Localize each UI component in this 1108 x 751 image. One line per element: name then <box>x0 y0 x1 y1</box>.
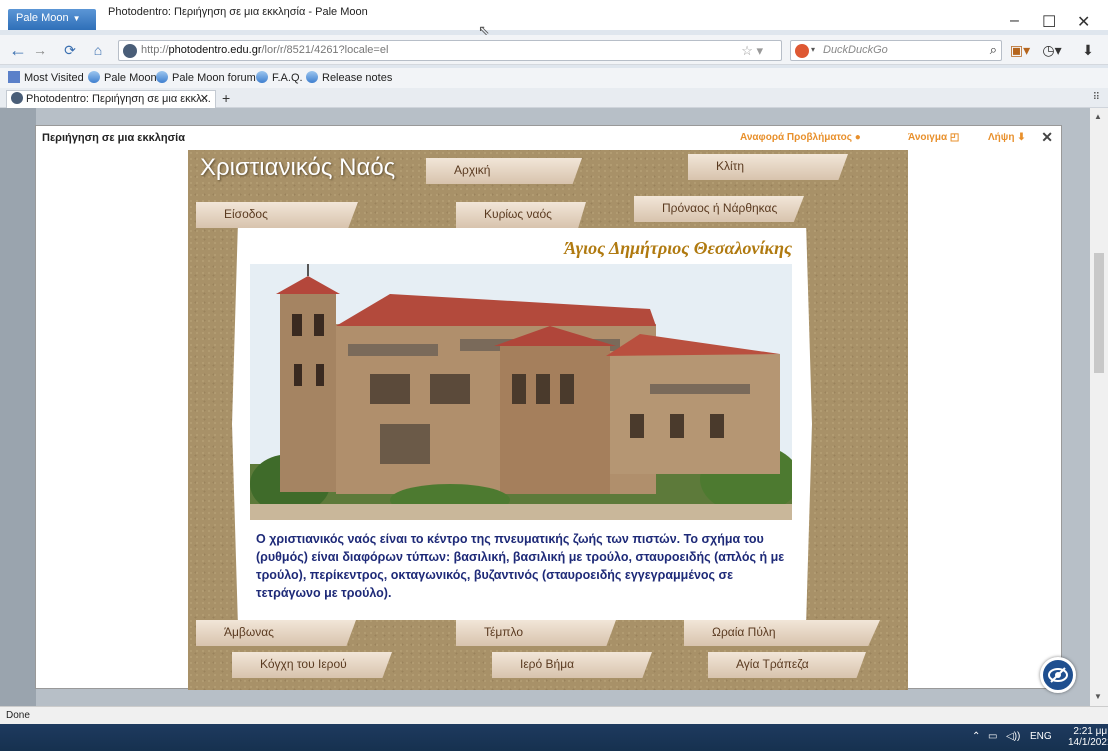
nav-home[interactable]: Αρχική <box>426 158 582 184</box>
church-photo <box>250 264 792 520</box>
title-bar: Pale Moon ▼ Photodentro: Περιήγηση σε μια… <box>0 0 1108 38</box>
bookmark-star-icon[interactable]: ☆ ▾ <box>741 43 763 59</box>
volume-icon[interactable]: ◁)) <box>1006 731 1020 742</box>
network-icon[interactable]: ▭ <box>988 731 997 742</box>
address-bar[interactable]: http://photodentro.edu.gr/lor/r/8521/426… <box>118 40 782 61</box>
nav-sanctuary[interactable]: Ιερό Βήμα <box>492 652 652 678</box>
clock-date: 14/1/2021 <box>1068 737 1108 748</box>
navigation-toolbar: ← → ⟳ ⌂ http://photodentro.edu.gr/lor/r/… <box>0 35 1108 65</box>
report-problem-link[interactable]: Αναφορά Προβλήματος ● <box>740 132 861 143</box>
open-link[interactable]: Άνοιγμα ◰ <box>908 132 959 143</box>
tab-strip: Photodentro: Περιήγηση σε μια εκκλ... ✕ … <box>0 88 1108 108</box>
scroll-down-icon[interactable]: ▼ <box>1094 692 1102 701</box>
tab-favicon-icon <box>11 92 23 104</box>
search-placeholder: DuckDuckGo <box>823 44 888 56</box>
bookmark-most-visited[interactable]: Most Visited <box>8 71 84 84</box>
close-window-button[interactable]: ✕ <box>1077 12 1090 32</box>
external-window-icon: ◰ <box>949 132 960 143</box>
content-heading: Χριστιανικός Ναός <box>200 154 396 181</box>
home-button[interactable]: ⌂ <box>86 40 110 60</box>
bookmarks-toolbar: Most Visited Pale Moon Pale Moon forum F… <box>0 68 1108 88</box>
pale-moon-icon <box>156 71 168 83</box>
clock-time: 2:21 μμ <box>1073 726 1108 737</box>
nav-templon[interactable]: Τέμπλο <box>456 620 616 646</box>
background-sidebar <box>0 108 36 706</box>
nav-ambo[interactable]: Άμβωνας <box>196 620 356 646</box>
search-icon[interactable]: ⌕ <box>990 42 997 58</box>
nav-beautiful-gate[interactable]: Ωραία Πύλη <box>684 620 880 646</box>
extension-icon[interactable]: ▣▾ <box>1008 40 1032 60</box>
tray-chevron-icon[interactable]: ⌃ <box>972 731 980 742</box>
reload-button[interactable]: ⟳ <box>58 40 82 60</box>
nav-entrance[interactable]: Είσοδος <box>196 202 358 228</box>
search-engine-dropdown-icon[interactable]: ▾ <box>811 45 815 54</box>
modal-title: Περιήγηση σε μια εκκλησία <box>42 132 185 144</box>
bookmark-pale-moon[interactable]: Pale Moon <box>88 71 157 84</box>
search-box[interactable]: ▾ DuckDuckGo ⌕ <box>790 40 1002 61</box>
scroll-up-icon[interactable]: ▲ <box>1094 112 1102 121</box>
comment-icon: ● <box>854 132 861 143</box>
browser-tab[interactable]: Photodentro: Περιήγηση σε μια εκκλ... ✕ <box>6 90 216 108</box>
maximize-button[interactable]: ☐ <box>1042 12 1056 32</box>
visibility-toggle-button[interactable] <box>1040 657 1076 693</box>
pale-moon-icon <box>306 71 318 83</box>
pale-moon-icon <box>88 71 100 83</box>
tab-list-icon[interactable]: ⠿ <box>1093 92 1100 103</box>
download-link[interactable]: Λήψη ⬇ <box>988 132 1026 143</box>
modal-close-icon[interactable]: ✕ <box>1041 129 1053 146</box>
status-bar: Done <box>0 706 1108 724</box>
language-indicator[interactable]: ENG <box>1030 731 1052 742</box>
back-button[interactable]: ← <box>6 40 30 60</box>
panel-title: Άγιος Δημήτριος Θεσαλονίκης <box>564 238 792 258</box>
bookmark-release-notes[interactable]: Release notes <box>306 71 392 84</box>
learning-object: Χριστιανικός Ναός Αρχική Κλίτη Είσοδος Κ… <box>188 150 908 690</box>
pale-moon-icon <box>256 71 268 83</box>
nav-main-nave[interactable]: Κυρίως ναός <box>456 202 586 228</box>
nav-holy-table[interactable]: Αγία Τράπεζα <box>708 652 866 678</box>
church-illustration <box>250 264 792 520</box>
most-visited-icon <box>8 71 20 83</box>
minimize-button[interactable]: – <box>1010 12 1019 30</box>
nav-narthex[interactable]: Πρόναος ή Νάρθηκας <box>634 196 804 222</box>
close-tab-icon[interactable]: ✕ <box>200 92 209 105</box>
panel-description: Ο χριστιανικός ναός είναι το κέντρο της … <box>256 532 785 600</box>
windows-taskbar: ⌃ ▭ ◁)) ENG 2:21 μμ 14/1/2021 <box>0 724 1108 751</box>
bookmark-faq[interactable]: F.A.Q. <box>256 71 303 84</box>
lightbox-modal: Περιήγηση σε μια εκκλησία Αναφορά Προβλή… <box>35 125 1062 690</box>
modal-header: Περιήγηση σε μια εκκλησία Αναφορά Προβλή… <box>36 126 1061 150</box>
tab-label: Photodentro: Περιήγηση σε μια εκκλ... <box>26 93 211 105</box>
site-identity-icon <box>123 44 137 58</box>
content-panel: Άγιος Δημήτριος Θεσαλονίκης Ο χριστιανικ… <box>232 228 812 620</box>
scrollbar-thumb[interactable] <box>1094 253 1104 373</box>
status-text: Done <box>6 710 30 721</box>
nav-apse[interactable]: Κόγχη του Ιερού <box>232 652 392 678</box>
app-menu-button[interactable]: Pale Moon ▼ <box>8 9 96 30</box>
duckduckgo-icon <box>795 44 809 58</box>
new-tab-button[interactable]: + <box>222 90 230 106</box>
clock[interactable]: 2:21 μμ 14/1/2021 <box>1068 726 1108 748</box>
forward-button[interactable]: → <box>28 40 52 60</box>
downloads-icon[interactable]: ⬇ <box>1076 40 1100 60</box>
eye-slash-icon <box>1048 667 1068 683</box>
nav-aisles[interactable]: Κλίτη <box>688 154 848 180</box>
page-scrollbar[interactable]: ▲ ▼ <box>1090 108 1108 706</box>
bookmark-pale-moon-forum[interactable]: Pale Moon forum <box>156 71 256 84</box>
download-icon: ⬇ <box>1017 132 1026 143</box>
url-text: http://photodentro.edu.gr/lor/r/8521/426… <box>141 44 389 56</box>
window-title: Photodentro: Περιήγηση σε μια εκκλησία -… <box>108 6 368 18</box>
history-icon[interactable]: ◷▾ <box>1040 40 1064 60</box>
